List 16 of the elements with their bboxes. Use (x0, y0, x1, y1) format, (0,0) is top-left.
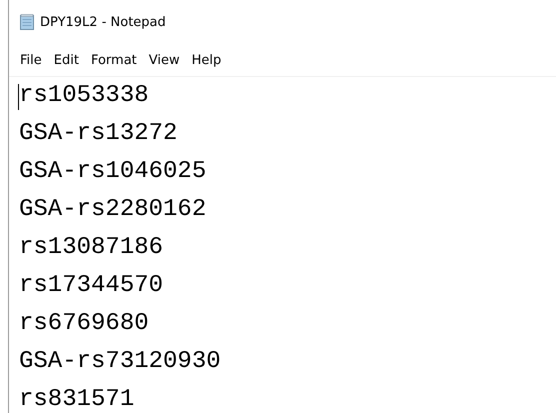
menu-item[interactable]: Format (84, 52, 143, 68)
text-line: rs1053338 (19, 81, 150, 112)
menu-item[interactable]: File (14, 52, 48, 68)
menu-item[interactable]: Edit (48, 52, 85, 68)
text-line: rs831571 (19, 385, 136, 413)
text-line: GSA-rs1046025 (19, 157, 208, 187)
text-line: GSA-rs13272 (19, 119, 178, 149)
text-line: GSA-rs2280162 (19, 195, 208, 225)
notepad-icon (20, 14, 34, 30)
text-line: GSA-rs73120930 (19, 347, 222, 377)
text-line: rs17344570 (19, 271, 164, 301)
window-title: DPY19L2 - Notepad (40, 14, 166, 30)
text-line: rs6769680 (19, 309, 150, 339)
menu-item[interactable]: View (142, 52, 186, 68)
text-line: rs13087186 (19, 233, 164, 263)
menu-item[interactable]: Help (186, 52, 228, 68)
